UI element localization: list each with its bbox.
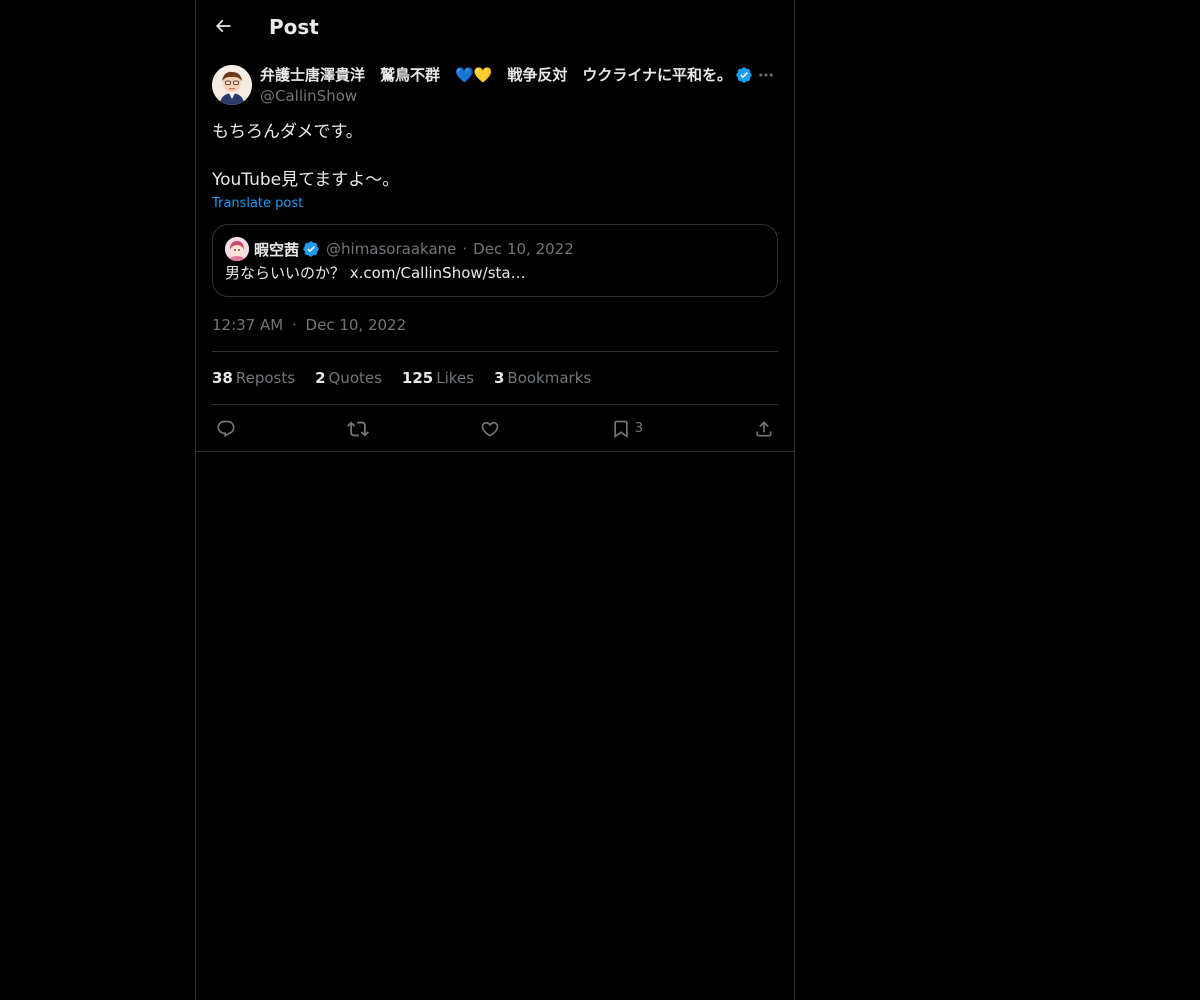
quotes-stat[interactable]: 2 Quotes bbox=[315, 369, 382, 387]
quoted-post-text: 男ならいいのか？ x.com/CallinShow/sta… bbox=[225, 264, 526, 282]
action-bar: 3 bbox=[212, 405, 778, 452]
reply-icon bbox=[217, 420, 235, 437]
main-column: Post 弁護士唐澤貴洋 鷲鳥不群 💙💛 戦争反対 ウクライナに平和を。 @Ca… bbox=[195, 0, 795, 1000]
top-bar: Post bbox=[196, 0, 794, 53]
share-icon bbox=[756, 420, 772, 436]
author-row: 弁護士唐澤貴洋 鷲鳥不群 💙💛 戦争反対 ウクライナに平和を。 @CallinS… bbox=[212, 64, 778, 106]
author-handle[interactable]: @CallinShow bbox=[260, 86, 357, 106]
author-name-wrap: 弁護士唐澤貴洋 鷲鳥不群 💙💛 戦争反対 ウクライナに平和を。 bbox=[260, 65, 753, 85]
bookmark-icon bbox=[614, 420, 628, 438]
likes-label: Likes bbox=[436, 369, 474, 387]
quoted-author-avatar[interactable] bbox=[225, 237, 249, 261]
author-avatar[interactable] bbox=[212, 65, 252, 105]
heart-icon bbox=[481, 421, 499, 437]
bookmark-count: 3 bbox=[634, 421, 644, 436]
reposts-label: Reposts bbox=[235, 369, 296, 387]
post-body: もちろんダメです。 YouTube見てますよ〜。 bbox=[212, 120, 778, 192]
verified-badge-icon[interactable] bbox=[735, 66, 753, 84]
divider bbox=[196, 451, 794, 452]
quoted-separator: · bbox=[462, 240, 468, 258]
bookmarks-stat[interactable]: 3 Bookmarks bbox=[494, 369, 591, 387]
quoted-post-date[interactable]: Dec 10, 2022 bbox=[473, 240, 574, 258]
quoted-author-name[interactable]: 暇空茜 bbox=[254, 239, 299, 260]
more-dots-icon bbox=[759, 73, 773, 77]
quotes-count: 2 bbox=[315, 369, 326, 387]
quoted-post-header: 暇空茜 @himasoraakane · Dec 10, 2022 bbox=[225, 237, 765, 261]
page-title: Post bbox=[269, 15, 319, 39]
quoted-avatar-image bbox=[225, 237, 249, 261]
post-time[interactable]: 12:37 AM bbox=[212, 316, 283, 334]
post-body-line-1: もちろんダメです。 bbox=[212, 122, 363, 142]
arrow-left-icon bbox=[215, 19, 231, 33]
translate-post-link[interactable]: Translate post bbox=[212, 195, 303, 213]
back-button[interactable] bbox=[210, 13, 236, 39]
reply-button[interactable] bbox=[216, 419, 236, 439]
author-avatar-image bbox=[212, 65, 252, 105]
bookmarks-count: 3 bbox=[493, 369, 505, 387]
likes-count: 125 bbox=[401, 369, 434, 387]
more-options-button[interactable] bbox=[754, 64, 778, 86]
quoted-verified-badge-icon bbox=[302, 240, 320, 258]
like-button[interactable] bbox=[480, 419, 500, 439]
quotes-label: Quotes bbox=[328, 369, 382, 387]
reposts-count: 38 bbox=[212, 369, 233, 387]
post: 弁護士唐澤貴洋 鷲鳥不群 💙💛 戦争反対 ウクライナに平和を。 @CallinS… bbox=[212, 64, 778, 452]
timestamp-separator: · bbox=[291, 316, 297, 334]
post-body-line-2: YouTube見てますよ〜。 bbox=[212, 170, 400, 190]
likes-stat[interactable]: 125 Likes bbox=[402, 369, 474, 387]
share-button[interactable] bbox=[754, 419, 774, 439]
bookmark-button[interactable]: 3 bbox=[611, 419, 643, 439]
repost-icon bbox=[346, 421, 369, 436]
quoted-author-handle[interactable]: @himasoraakane bbox=[326, 240, 456, 258]
author-display-name[interactable]: 弁護士唐澤貴洋 鷲鳥不群 💙💛 戦争反対 ウクライナに平和を。 bbox=[260, 65, 732, 85]
bookmarks-label: Bookmarks bbox=[507, 369, 592, 387]
repost-button[interactable] bbox=[346, 418, 369, 440]
post-timestamp: 12:37 AM · Dec 10, 2022 bbox=[212, 315, 778, 335]
reposts-stat[interactable]: 38 Reposts bbox=[212, 369, 295, 387]
post-date[interactable]: Dec 10, 2022 bbox=[306, 316, 407, 334]
engagement-stats: 38 Reposts 2 Quotes 125 Likes 3 Bookmarks bbox=[212, 352, 778, 404]
quoted-post[interactable]: 暇空茜 @himasoraakane · Dec 10, 2022 男ならいいの… bbox=[212, 224, 778, 297]
